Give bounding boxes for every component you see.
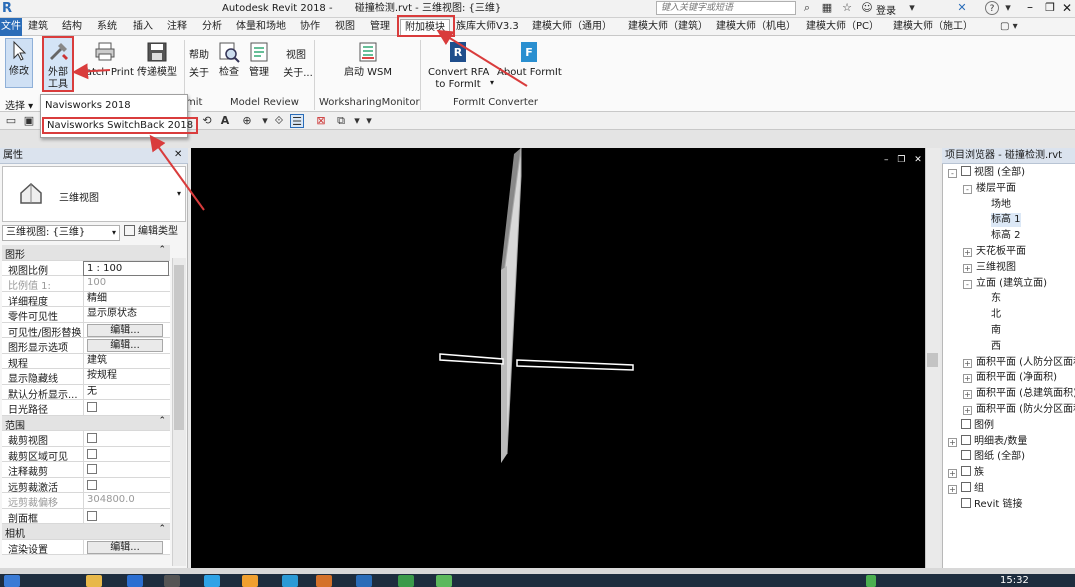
arrow-to-addins-tab (436, 29, 528, 87)
arrow-to-external-tools (72, 63, 111, 80)
arrow-to-switchback (149, 134, 205, 211)
annotation-arrows (72, 29, 528, 211)
